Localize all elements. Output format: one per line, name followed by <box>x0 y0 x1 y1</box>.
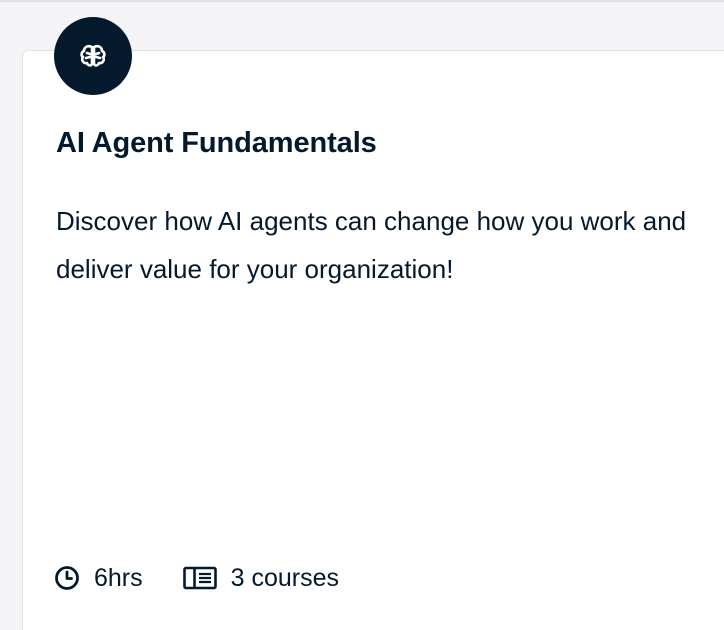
previous-card-edge <box>0 0 724 2</box>
book-icon <box>182 566 217 590</box>
duration-label: 6hrs <box>94 563 143 592</box>
brain-icon <box>80 44 106 67</box>
page: AI Agent Fundamentals Discover how AI ag… <box>0 0 724 630</box>
course-description: Discover how AI agents can change how yo… <box>56 206 687 284</box>
course-meta: 6hrs 3 courses <box>54 560 339 596</box>
duration-meta: 6hrs <box>54 564 143 593</box>
courses-meta: 3 courses <box>182 563 340 593</box>
clock-icon <box>55 566 79 590</box>
course-title[interactable]: AI Agent Fundamentals <box>56 127 377 160</box>
topic-badge <box>54 17 132 95</box>
courses-label: 3 courses <box>230 563 340 592</box>
